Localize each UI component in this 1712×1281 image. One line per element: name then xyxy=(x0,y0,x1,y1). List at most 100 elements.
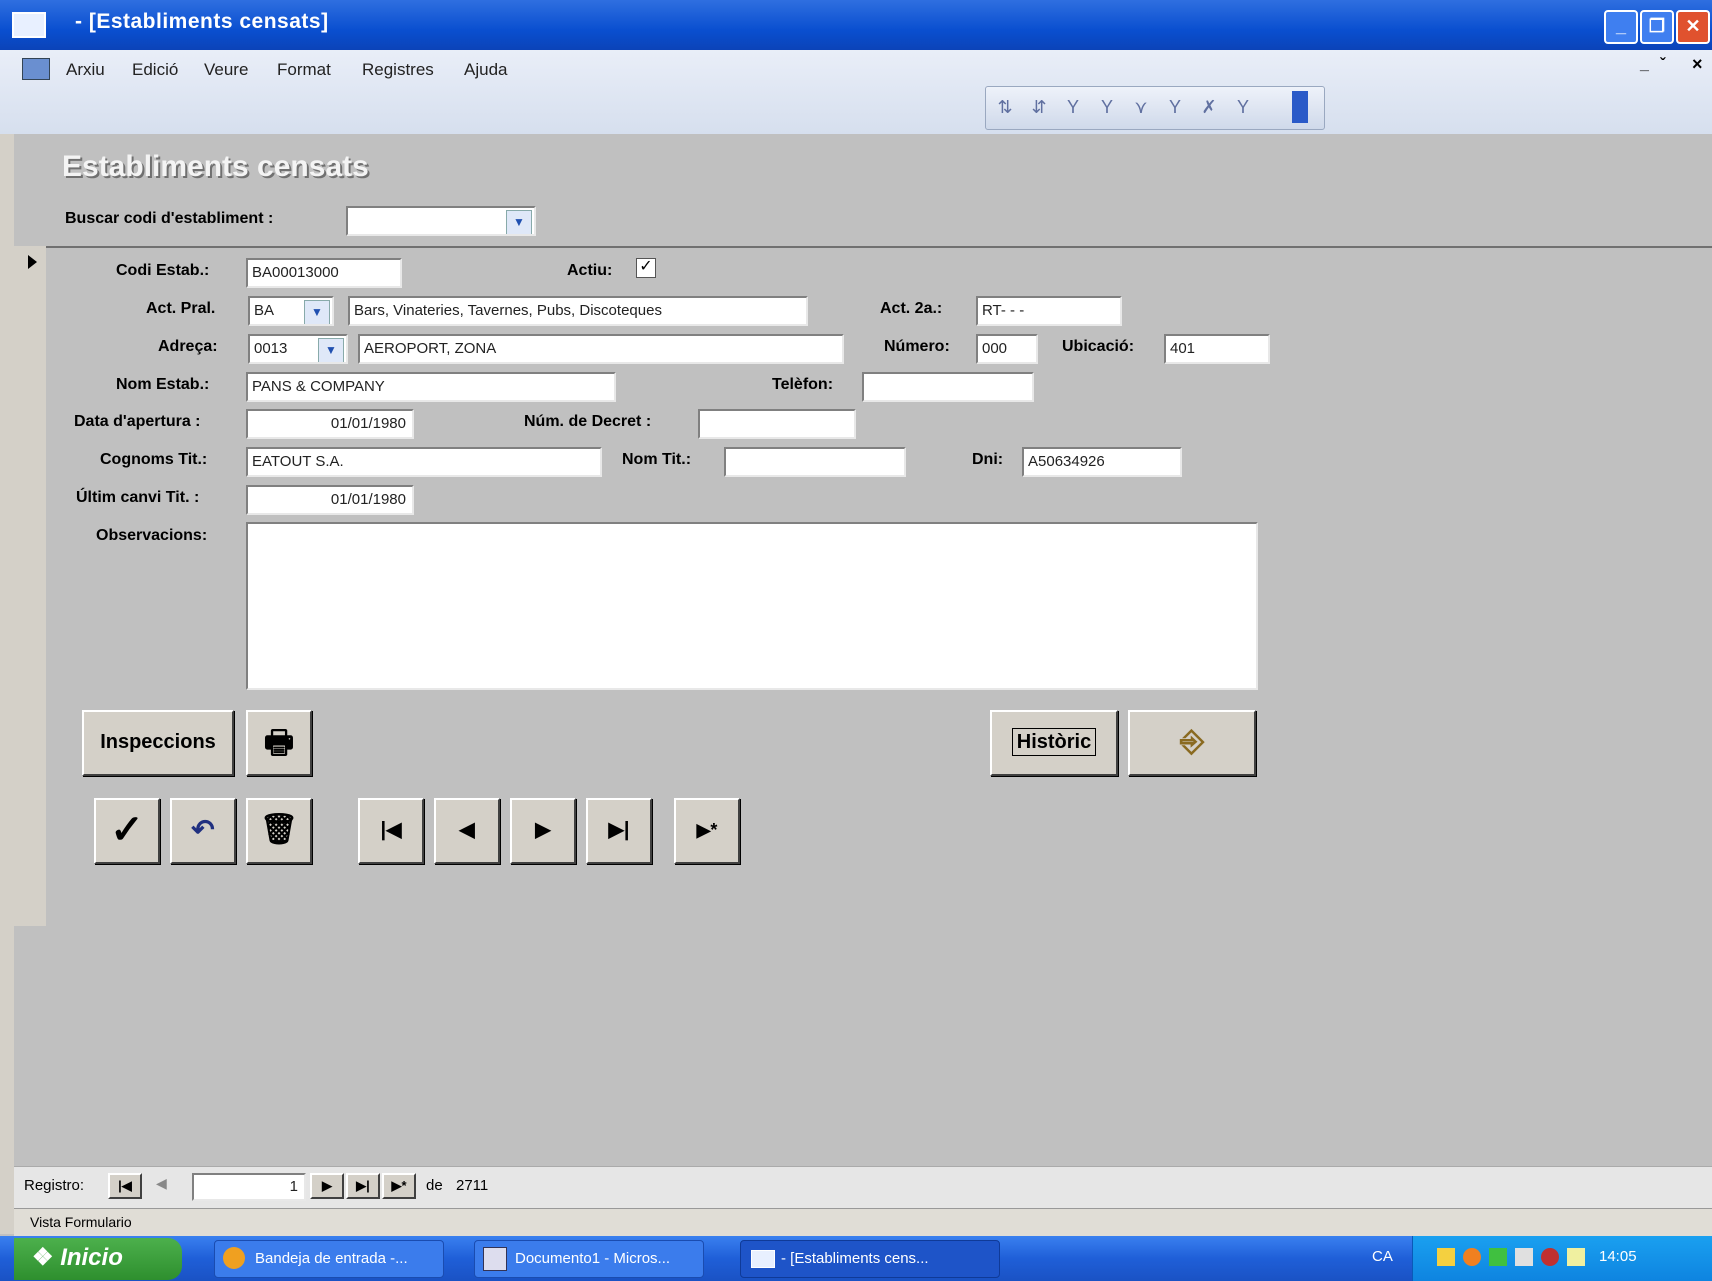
undo-button[interactable]: ↶ xyxy=(170,798,236,864)
window-title: - [Establiments censats] xyxy=(75,10,329,33)
language-indicator[interactable]: CA xyxy=(1372,1248,1393,1265)
filter-by-form-icon[interactable]: Y xyxy=(1094,97,1120,119)
ultim-canvi-field[interactable]: 01/01/1980 xyxy=(246,485,414,515)
num-decret-field[interactable] xyxy=(698,409,856,439)
previous-record-icon: ◀ xyxy=(459,819,475,841)
historic-label: Històric xyxy=(1011,728,1097,756)
exit-door-icon: ⎆ xyxy=(1180,725,1204,758)
last-record-button[interactable]: ▶| xyxy=(586,798,652,864)
telefon-field[interactable] xyxy=(862,372,1034,402)
act-pral-code-combo[interactable]: BA ▼ xyxy=(248,296,334,326)
menu-ajuda[interactable]: Ajuda xyxy=(464,60,507,80)
form-title: Establiments censats xyxy=(62,150,369,183)
observacions-field[interactable] xyxy=(246,522,1258,690)
taskbar-access[interactable]: - [Establiments cens... xyxy=(740,1240,1000,1278)
access-form-icon xyxy=(751,1250,775,1268)
act-pral-desc-field[interactable]: Bars, Vinateries, Tavernes, Pubs, Discot… xyxy=(348,296,808,326)
remove-filter-icon[interactable]: ✗ xyxy=(1196,97,1222,119)
tray-icon-messenger[interactable] xyxy=(1437,1248,1455,1266)
act-2a-label: Act. 2a.: xyxy=(880,300,943,317)
undo-icon: ↶ xyxy=(191,814,215,845)
historic-button[interactable]: Històric xyxy=(990,710,1118,776)
start-button[interactable]: ❖ Inicio xyxy=(14,1238,182,1280)
adreca-desc-field[interactable]: AEROPORT, ZONA xyxy=(358,334,844,364)
dni-field[interactable]: A50634926 xyxy=(1022,447,1182,477)
current-record-field[interactable]: 1 xyxy=(192,1173,306,1201)
observacions-label: Observacions: xyxy=(96,527,208,544)
clock: 14:05 xyxy=(1599,1248,1637,1265)
cognoms-tit-label: Cognoms Tit.: xyxy=(100,451,208,468)
taskbar-word[interactable]: Documento1 - Micros... xyxy=(474,1240,704,1278)
exit-button[interactable]: ⎆ xyxy=(1128,710,1256,776)
inspeccions-button[interactable]: Inspeccions xyxy=(82,710,234,776)
first-record-button[interactable]: |◀ xyxy=(358,798,424,864)
chevron-down-icon[interactable]: ▼ xyxy=(506,210,532,234)
doc-minimize-button[interactable]: _ xyxy=(1640,56,1649,74)
next-record-icon: ▶ xyxy=(535,819,551,841)
tray-icon-antivirus[interactable] xyxy=(1541,1248,1559,1266)
menu-edicio[interactable]: Edició xyxy=(132,60,178,80)
telefon-label: Telèfon: xyxy=(772,376,834,393)
close-button[interactable]: ✕ xyxy=(1676,10,1710,44)
numero-field[interactable]: 000 xyxy=(976,334,1038,364)
new-record-button[interactable]: ▶* xyxy=(674,798,740,864)
doc-restore-button[interactable]: ˇ xyxy=(1660,56,1665,74)
menu-format[interactable]: Format xyxy=(277,60,331,80)
toolbar-grip[interactable] xyxy=(1292,91,1308,123)
nav-last-button[interactable]: ▶| xyxy=(346,1173,380,1199)
tray-icon-update[interactable] xyxy=(1463,1248,1481,1266)
adreca-code-combo[interactable]: 0013 ▼ xyxy=(248,334,348,364)
delete-record-button[interactable]: 🗑 xyxy=(246,798,312,864)
act-2a-field[interactable]: RT- - - xyxy=(976,296,1122,326)
tray-icon-display[interactable] xyxy=(1515,1248,1533,1266)
volume-icon[interactable] xyxy=(1567,1248,1585,1266)
printer-icon: 🖶 xyxy=(263,724,295,760)
chevron-down-icon[interactable]: ▼ xyxy=(318,338,344,362)
of-label: de xyxy=(426,1177,443,1194)
save-record-button[interactable]: ✓ xyxy=(94,798,160,864)
nav-previous-button[interactable]: ◀ xyxy=(156,1175,167,1192)
taskbar-outlook-label: Bandeja de entrada -... xyxy=(255,1250,408,1267)
document-icon[interactable] xyxy=(22,58,50,80)
nom-estab-field[interactable]: PANS & COMPANY xyxy=(246,372,616,402)
chevron-down-icon[interactable]: ▼ xyxy=(304,300,330,324)
filter-by-selection-icon[interactable]: Y xyxy=(1060,97,1086,119)
system-tray: 14:05 xyxy=(1412,1236,1712,1281)
current-record-arrow-icon xyxy=(28,255,37,269)
record-selector[interactable] xyxy=(14,246,48,926)
ubicacio-field[interactable]: 401 xyxy=(1164,334,1270,364)
dni-label: Dni: xyxy=(972,451,1004,468)
trash-icon: 🗑 xyxy=(259,813,299,846)
nom-tit-field[interactable] xyxy=(724,447,906,477)
restore-button[interactable]: ❐ xyxy=(1640,10,1674,44)
access-app-icon[interactable] xyxy=(12,12,46,38)
tray-icon-network[interactable] xyxy=(1489,1248,1507,1266)
data-apertura-field[interactable]: 01/01/1980 xyxy=(246,409,414,439)
toggle-filter-icon[interactable]: Y xyxy=(1162,97,1188,119)
nav-first-button[interactable]: |◀ xyxy=(108,1173,142,1199)
nav-new-button[interactable]: ▶* xyxy=(382,1173,416,1199)
minimize-button[interactable]: _ xyxy=(1604,10,1638,44)
cognoms-tit-field[interactable]: EATOUT S.A. xyxy=(246,447,602,477)
find-icon[interactable]: Y xyxy=(1230,97,1256,119)
actiu-checkbox[interactable]: ✓ xyxy=(636,258,656,278)
menu-veure[interactable]: Veure xyxy=(204,60,248,80)
status-bar: Vista Formulario xyxy=(14,1208,1712,1237)
data-apertura-label: Data d'apertura : xyxy=(74,413,201,430)
nav-next-button[interactable]: ▶ xyxy=(310,1173,344,1199)
taskbar-outlook[interactable]: Bandeja de entrada -... xyxy=(214,1240,444,1278)
search-combo[interactable]: ▼ xyxy=(346,206,536,236)
apply-filter-icon[interactable]: ⋎ xyxy=(1128,97,1154,119)
codi-label: Codi Estab.: xyxy=(116,262,210,279)
codi-field[interactable]: BA00013000 xyxy=(246,258,402,288)
sort-ascending-icon[interactable]: ⇅ xyxy=(992,97,1018,119)
doc-close-button[interactable]: × xyxy=(1692,54,1703,75)
previous-record-button[interactable]: ◀ xyxy=(434,798,500,864)
print-button[interactable]: 🖶 xyxy=(246,710,312,776)
menu-registres[interactable]: Registres xyxy=(362,60,434,80)
sort-descending-icon[interactable]: ⇵ xyxy=(1026,97,1052,119)
actiu-label: Actiu: xyxy=(567,262,613,279)
next-record-button[interactable]: ▶ xyxy=(510,798,576,864)
menu-arxiu[interactable]: Arxiu xyxy=(66,60,105,80)
filter-sort-toolbar: ⇅ ⇵ Y Y ⋎ Y ✗ Y xyxy=(985,86,1325,130)
